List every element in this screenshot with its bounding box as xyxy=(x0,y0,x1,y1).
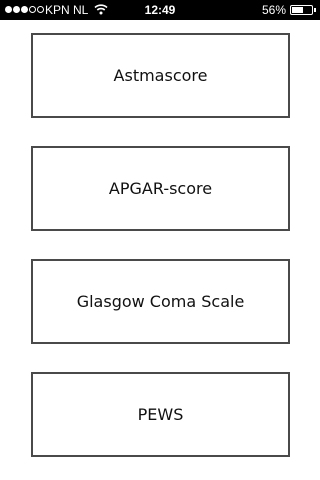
score-menu: Astmascore APGAR-score Glasgow Coma Scal… xyxy=(31,33,290,457)
apgar-score-button-label: APGAR-score xyxy=(108,179,213,198)
apgar-score-button[interactable]: APGAR-score xyxy=(31,146,290,231)
status-bar: KPN NL 12:49 56% xyxy=(0,0,320,20)
astmascore-button-label: Astmascore xyxy=(113,66,208,85)
app-screen: KPN NL 12:49 56% Astmascore APGAR-score … xyxy=(0,0,320,480)
glasgow-coma-scale-button-label: Glasgow Coma Scale xyxy=(76,292,245,311)
battery-icon xyxy=(290,5,313,15)
pews-button-label: PEWS xyxy=(137,405,184,424)
astmascore-button[interactable]: Astmascore xyxy=(31,33,290,118)
battery-percentage: 56% xyxy=(261,3,286,17)
pews-button[interactable]: PEWS xyxy=(31,372,290,457)
battery-tip xyxy=(314,8,316,12)
glasgow-coma-scale-button[interactable]: Glasgow Coma Scale xyxy=(31,259,290,344)
battery-level-fill xyxy=(292,7,303,13)
